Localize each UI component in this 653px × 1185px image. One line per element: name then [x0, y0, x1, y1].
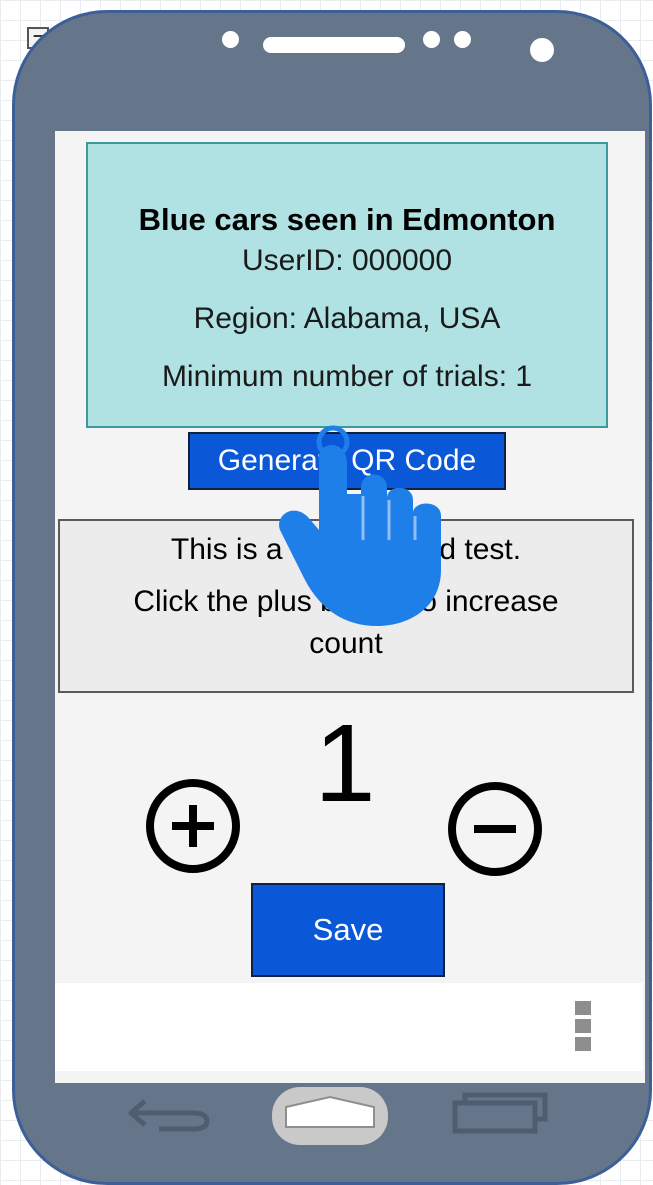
- region-label: Region: Alabama, USA: [193, 302, 501, 335]
- min-trials-label: Minimum number of trials: 1: [161, 360, 533, 393]
- instruction-line-3: count: [309, 627, 383, 660]
- back-arrow-icon[interactable]: [123, 1093, 215, 1137]
- home-icon[interactable]: [270, 1085, 390, 1149]
- user-id-label: UserID: 000000: [241, 244, 453, 277]
- speaker-slot: [263, 37, 405, 53]
- sensor-dot-1: [423, 31, 440, 48]
- bottom-action-bar: [55, 983, 643, 1071]
- decrement-button[interactable]: [448, 782, 542, 876]
- sensor-dot-2: [454, 31, 471, 48]
- front-camera: [530, 38, 554, 62]
- save-button[interactable]: Save: [251, 883, 445, 977]
- card-title: Blue cars seen in Edmonton: [138, 202, 556, 237]
- camera-dot-left: [222, 31, 239, 48]
- increment-button[interactable]: [146, 779, 240, 873]
- count-value: 1: [314, 702, 376, 825]
- recent-apps-icon[interactable]: [451, 1089, 551, 1137]
- tap-hand-icon: [279, 425, 441, 626]
- test-info-card: Blue cars seen in Edmonton UserID: 00000…: [86, 142, 608, 428]
